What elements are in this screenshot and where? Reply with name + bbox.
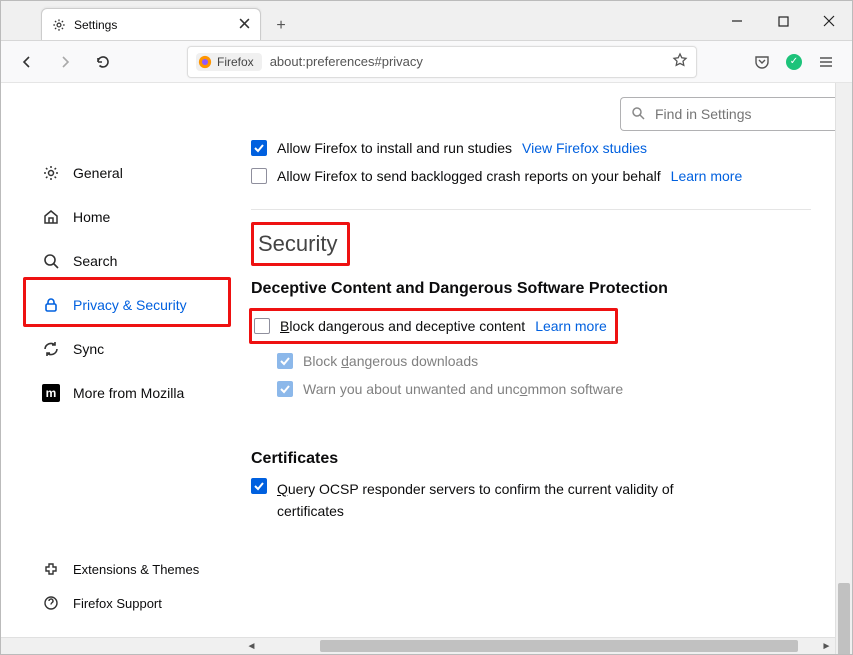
view-studies-link[interactable]: View Firefox studies xyxy=(522,137,647,159)
gear-icon xyxy=(52,18,66,32)
sidebar-item-label: Sync xyxy=(73,341,104,357)
gear-icon xyxy=(41,164,61,182)
pocket-icon[interactable] xyxy=(748,48,776,76)
extension-badge-icon[interactable]: ✓ xyxy=(786,54,802,70)
firefox-window: Settings + Firefox about:preferences#pri… xyxy=(0,0,853,655)
sidebar-item-label: Extensions & Themes xyxy=(73,562,199,577)
puzzle-icon xyxy=(41,561,61,577)
sidebar-support-link[interactable]: Firefox Support xyxy=(31,587,231,619)
help-icon xyxy=(41,595,61,611)
sidebar-item-home[interactable]: Home xyxy=(31,197,231,237)
subsection-certificates: Certificates xyxy=(251,450,835,468)
sidebar-item-privacy[interactable]: Privacy & Security xyxy=(31,285,231,325)
search-icon xyxy=(41,252,61,270)
checkbox-checked-icon[interactable] xyxy=(251,140,267,156)
close-icon[interactable] xyxy=(239,17,250,32)
sidebar-item-general[interactable]: General xyxy=(31,153,231,193)
new-tab-button[interactable]: + xyxy=(267,12,295,40)
back-button[interactable] xyxy=(13,48,41,76)
scroll-thumb[interactable] xyxy=(320,640,798,652)
app-menu-button[interactable] xyxy=(812,48,840,76)
option-label: Query OCSP responder servers to confirm … xyxy=(277,478,681,522)
browser-tab[interactable]: Settings xyxy=(41,8,261,40)
sidebar-extensions-link[interactable]: Extensions & Themes xyxy=(31,553,231,585)
settings-search[interactable] xyxy=(620,97,835,131)
minimize-button[interactable] xyxy=(714,1,760,41)
titlebar: Settings + xyxy=(1,1,852,41)
reload-button[interactable] xyxy=(89,48,117,76)
mozilla-icon: m xyxy=(41,384,61,402)
option-block-deceptive[interactable]: Block dangerous and deceptive content Le… xyxy=(254,315,607,337)
window-controls xyxy=(714,1,852,41)
option-label: Block dangerous and deceptive content xyxy=(280,315,525,337)
option-warn-uncommon: Warn you about unwanted and uncommon sof… xyxy=(277,378,835,400)
home-icon xyxy=(41,208,61,226)
horizontal-scrollbar[interactable]: ◄ ► xyxy=(1,637,835,654)
scroll-right-button[interactable]: ► xyxy=(818,638,835,654)
toolbar: Firefox about:preferences#privacy ✓ xyxy=(1,41,852,83)
section-heading-security: Security xyxy=(254,225,347,263)
identity-label: Firefox xyxy=(217,55,254,69)
search-icon xyxy=(631,106,645,123)
divider xyxy=(251,209,811,210)
learn-more-link[interactable]: Learn more xyxy=(671,165,743,187)
close-window-button[interactable] xyxy=(806,1,852,41)
maximize-button[interactable] xyxy=(760,1,806,41)
option-block-downloads: Block dangerous downloads xyxy=(277,350,835,372)
scroll-thumb[interactable] xyxy=(838,583,850,654)
sidebar-item-label: Privacy & Security xyxy=(73,297,187,313)
tab-title: Settings xyxy=(74,18,231,32)
search-input[interactable] xyxy=(653,105,835,123)
sync-icon xyxy=(41,340,61,358)
url-bar[interactable]: Firefox about:preferences#privacy xyxy=(187,46,697,78)
scroll-left-button[interactable]: ◄ xyxy=(243,638,260,654)
highlight-box: Security xyxy=(251,222,350,266)
checkbox-disabled-checked-icon xyxy=(277,353,293,369)
settings-sidebar: General Home Search Privacy & Security xyxy=(1,131,241,637)
sidebar-item-label: General xyxy=(73,165,123,181)
sidebar-item-label: More from Mozilla xyxy=(73,385,184,401)
option-ocsp[interactable]: Query OCSP responder servers to confirm … xyxy=(251,478,681,522)
sidebar-item-label: Firefox Support xyxy=(73,596,162,611)
sidebar-item-search[interactable]: Search xyxy=(31,241,231,281)
option-label: Allow Firefox to send backlogged crash r… xyxy=(277,165,661,187)
content-area: General Home Search Privacy & Security xyxy=(1,83,852,654)
bookmark-star-icon[interactable] xyxy=(672,52,688,71)
learn-more-link[interactable]: Learn more xyxy=(535,315,607,337)
sidebar-item-sync[interactable]: Sync xyxy=(31,329,231,369)
vertical-scrollbar[interactable] xyxy=(835,83,852,654)
url-text: about:preferences#privacy xyxy=(270,54,664,69)
option-label: Block dangerous downloads xyxy=(303,350,478,372)
highlight-box: Block dangerous and deceptive content Le… xyxy=(249,308,618,344)
lock-icon xyxy=(41,296,61,314)
checkbox-unchecked-icon[interactable] xyxy=(254,318,270,334)
sidebar-item-label: Home xyxy=(73,209,110,225)
option-allow-studies[interactable]: Allow Firefox to install and run studies… xyxy=(251,137,835,159)
site-identity[interactable]: Firefox xyxy=(196,53,262,71)
settings-page: General Home Search Privacy & Security xyxy=(1,83,835,654)
subsection-deceptive-content: Deceptive Content and Dangerous Software… xyxy=(251,280,835,298)
checkbox-checked-icon[interactable] xyxy=(251,478,267,494)
sidebar-item-more-mozilla[interactable]: m More from Mozilla xyxy=(31,373,231,413)
forward-button[interactable] xyxy=(51,48,79,76)
settings-main: Allow Firefox to install and run studies… xyxy=(241,131,835,637)
option-label: Warn you about unwanted and uncommon sof… xyxy=(303,378,623,400)
checkbox-disabled-checked-icon xyxy=(277,381,293,397)
option-label: Allow Firefox to install and run studies xyxy=(277,137,512,159)
option-crash-reports[interactable]: Allow Firefox to send backlogged crash r… xyxy=(251,165,835,187)
checkbox-unchecked-icon[interactable] xyxy=(251,168,267,184)
sidebar-item-label: Search xyxy=(73,253,117,269)
